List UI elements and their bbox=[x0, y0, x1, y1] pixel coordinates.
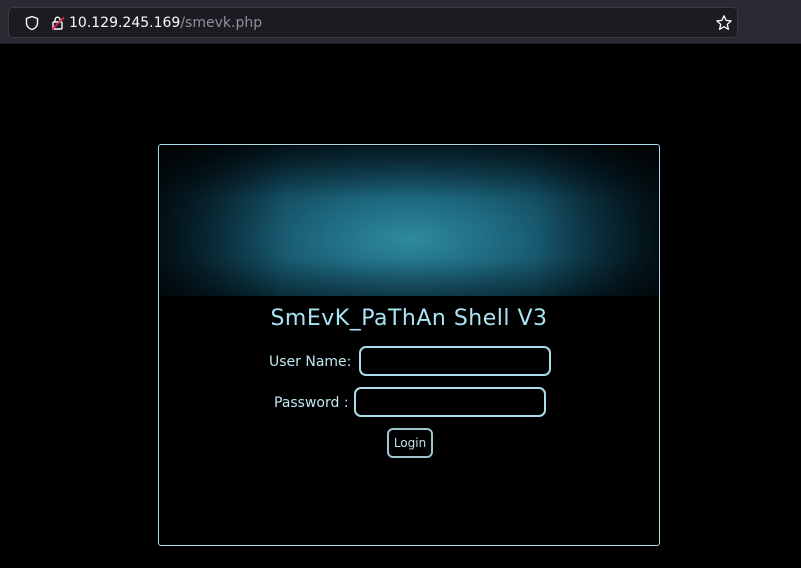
login-button[interactable]: Login bbox=[387, 428, 433, 458]
url-host: 10.129.245.169 bbox=[69, 15, 181, 31]
page-title: SmEvK_PaThAn Shell V3 bbox=[270, 306, 548, 331]
browser-toolbar: 10.129.245.169/smevk.php bbox=[0, 0, 801, 44]
url-text[interactable]: 10.129.245.169/smevk.php bbox=[69, 14, 262, 32]
login-panel: SmEvK_PaThAn Shell V3 User Name: Passwor… bbox=[158, 144, 660, 546]
lock-warning-icon[interactable] bbox=[50, 15, 66, 31]
url-path: /smevk.php bbox=[180, 15, 263, 31]
username-label: User Name: bbox=[269, 354, 352, 370]
username-input[interactable] bbox=[359, 346, 551, 376]
password-input[interactable] bbox=[354, 387, 546, 417]
address-bar[interactable]: 10.129.245.169/smevk.php bbox=[8, 7, 738, 38]
password-label: Password : bbox=[274, 395, 349, 411]
star-icon[interactable] bbox=[715, 14, 733, 32]
header-banner bbox=[160, 146, 658, 296]
shield-icon[interactable] bbox=[24, 15, 40, 31]
